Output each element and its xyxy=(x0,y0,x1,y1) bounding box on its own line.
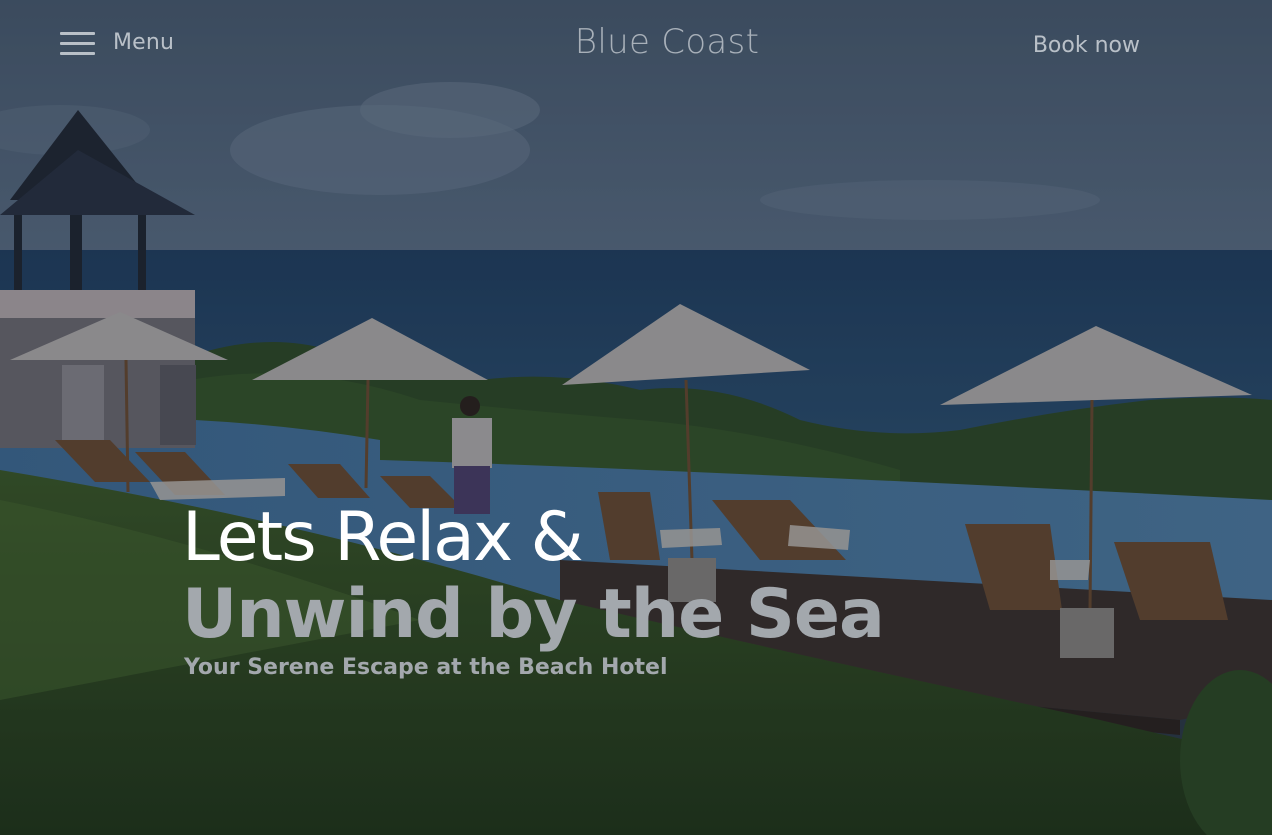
headline-line-1: Lets Relax & xyxy=(182,498,584,577)
headline-line-2: Unwind by the Sea xyxy=(182,575,885,654)
image-overlay xyxy=(0,0,1272,835)
site-header: Menu Blue Coast Book now xyxy=(0,0,1272,92)
hero-headline: Lets Relax & Unwind by the Sea Your Sere… xyxy=(182,498,885,682)
brand-name: Blue Coast xyxy=(574,22,760,62)
book-now-link[interactable]: Book now xyxy=(1033,33,1140,58)
hero-subtitle: Your Serene Escape at the Beach Hotel xyxy=(184,655,668,680)
hero-section: Menu Blue Coast Book now Lets Relax & Un… xyxy=(0,0,1272,835)
